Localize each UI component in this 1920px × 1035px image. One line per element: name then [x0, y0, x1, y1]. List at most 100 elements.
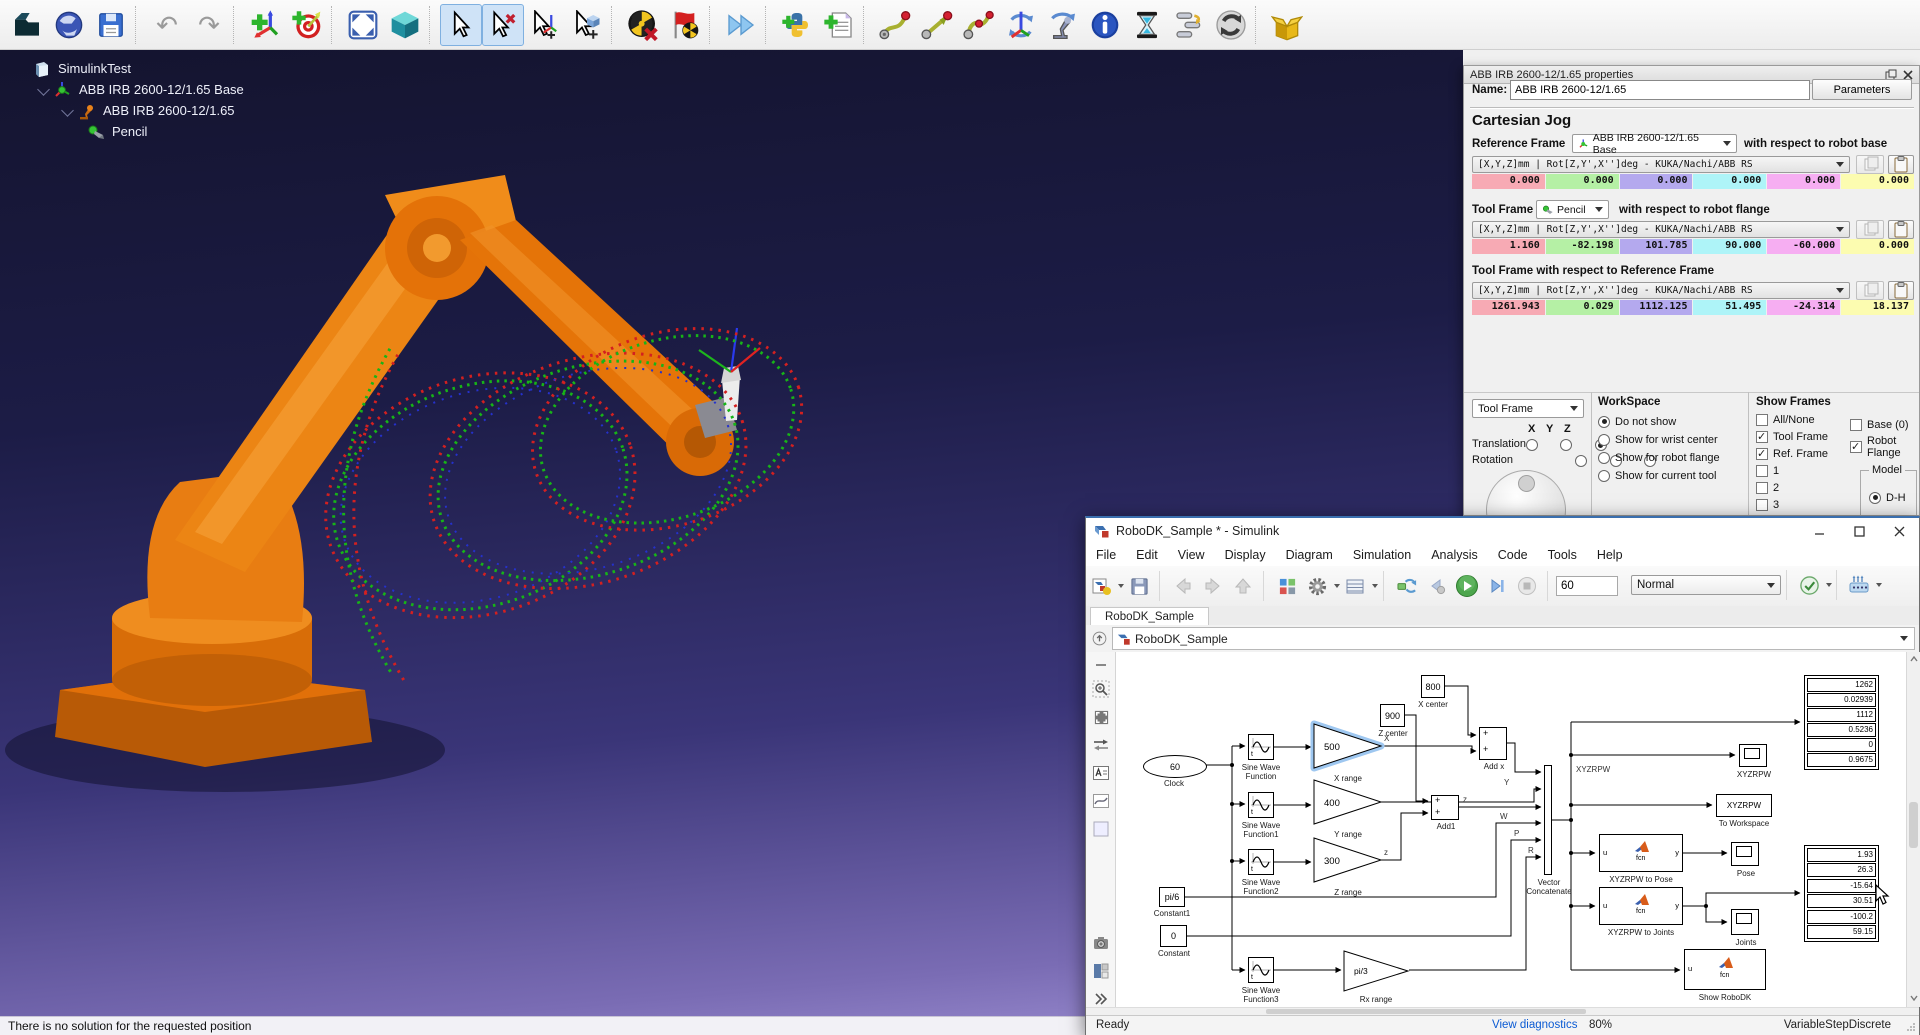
menu-diagram[interactable]: Diagram	[1276, 548, 1343, 562]
paste-pose-button[interactable]	[1888, 220, 1914, 239]
block-gain-rx-range[interactable]: pi/3	[1340, 948, 1412, 994]
scrollbar-thumb[interactable]	[1909, 802, 1918, 848]
fit-all-button[interactable]	[342, 4, 384, 46]
add-program-button[interactable]	[818, 4, 860, 46]
pose-rx-value[interactable]: 18.137	[1841, 300, 1914, 315]
tree-item-base-frame[interactable]: ABB IRB 2600-12/1.65 Base	[25, 79, 244, 100]
block-gain-y-range[interactable]: 400	[1310, 776, 1388, 830]
translation-x-radio[interactable]	[1526, 439, 1538, 451]
pose-y-value[interactable]: 0.029	[1546, 300, 1619, 315]
set-reference-rotation-button[interactable]	[1000, 4, 1042, 46]
hide-browser-button[interactable]	[1090, 654, 1112, 676]
tool-frame-select[interactable]: Pencil	[1536, 200, 1609, 219]
tree-item-robot[interactable]: ABB IRB 2600-12/1.65	[25, 100, 244, 121]
diagram-canvas[interactable]: 60 Clock t Sine Wave Function t Sine Wav…	[1116, 652, 1906, 1007]
step-back-button[interactable]	[1423, 572, 1451, 600]
menu-tools[interactable]: Tools	[1538, 548, 1587, 562]
pose-y-value[interactable]: 0.000	[1546, 174, 1619, 189]
copy-pose-button[interactable]	[1856, 155, 1884, 174]
simulation-mode-select[interactable]: Normal	[1631, 575, 1781, 595]
scroll-down-icon[interactable]	[1910, 995, 1918, 1001]
forward-button[interactable]	[1199, 572, 1227, 600]
move-object-button[interactable]	[566, 4, 608, 46]
pose-z-value[interactable]: 101.785	[1620, 239, 1693, 254]
parameters-button[interactable]: Parameters	[1812, 79, 1912, 100]
show-frames-toolframe[interactable]: Tool Frame	[1756, 428, 1828, 445]
jog-dial-knob[interactable]	[1518, 475, 1535, 492]
move-circular-instruction-button[interactable]	[958, 4, 1000, 46]
annotation-tool[interactable]	[1090, 762, 1112, 784]
block-scope-xyzrpw[interactable]	[1739, 744, 1767, 767]
block-to-workspace[interactable]: XYZRPW	[1716, 794, 1772, 817]
fit-to-view-tool[interactable]	[1090, 706, 1112, 728]
program-actions-button[interactable]	[1168, 4, 1210, 46]
stop-time-input[interactable]	[1556, 576, 1618, 596]
expand-chevron-icon[interactable]	[37, 83, 50, 96]
model-data-editor-button[interactable]	[1341, 572, 1369, 600]
translation-y-radio[interactable]	[1560, 439, 1572, 451]
vertical-scrollbar[interactable]	[1906, 652, 1920, 1007]
menu-code[interactable]: Code	[1488, 548, 1538, 562]
run-button[interactable]	[1453, 572, 1481, 600]
model-settings-button[interactable]	[1303, 572, 1331, 600]
add-target-button[interactable]	[286, 4, 328, 46]
maximize-button[interactable]	[1839, 518, 1879, 544]
move-joint-instruction-button[interactable]	[874, 4, 916, 46]
tab-robodk-sample[interactable]: RoboDK_Sample	[1090, 607, 1209, 626]
navigate-up-button[interactable]	[1086, 631, 1112, 646]
show-frames-refframe[interactable]: Ref. Frame	[1756, 445, 1828, 462]
signal-routing-tool[interactable]	[1090, 734, 1112, 756]
block-fcn-xyzrpw-to-joints[interactable]: u y fcn	[1599, 887, 1683, 925]
show-frames-robotflange[interactable]: Robot Flange	[1850, 438, 1919, 455]
pose-y-value[interactable]: -82.198	[1546, 239, 1619, 254]
workspace-option-2[interactable]: Show for robot flange	[1598, 449, 1720, 466]
pose-rz-value[interactable]: 51.495	[1693, 300, 1766, 315]
update-simulation-button[interactable]	[1210, 4, 1252, 46]
jog-dial[interactable]	[1486, 470, 1566, 516]
collision-map-button[interactable]	[664, 4, 706, 46]
resize-grip-icon[interactable]	[1906, 1022, 1916, 1032]
show-frames-2[interactable]: 2	[1756, 479, 1779, 496]
zoom-select-tool[interactable]	[1090, 678, 1112, 700]
update-diagram-button[interactable]	[1795, 571, 1823, 599]
open-project-button[interactable]	[6, 4, 48, 46]
pose-format-select-3[interactable]: [X,Y,Z]mm | Rot[Z,Y',X'']deg - KUKA/Nach…	[1472, 282, 1850, 299]
area-tool[interactable]	[1090, 818, 1112, 840]
block-constant1[interactable]: pi/6	[1159, 887, 1185, 907]
minimize-button[interactable]	[1799, 518, 1839, 544]
block-sine-wave-function3[interactable]: t	[1248, 957, 1274, 983]
breadcrumb-dropdown-icon[interactable]	[1900, 636, 1908, 641]
pose-format-select-1[interactable]: [X,Y,Z]mm | Rot[Z,Y',X'']deg - KUKA/Nach…	[1472, 156, 1850, 173]
menu-simulation[interactable]: Simulation	[1343, 548, 1421, 562]
paste-pose-button[interactable]	[1888, 155, 1914, 174]
simulation-data-inspector-button[interactable]	[1393, 572, 1421, 600]
show-frames-allnone[interactable]: All/None	[1756, 411, 1815, 428]
scrollbar-thumb[interactable]	[1266, 1009, 1586, 1014]
select-none-button[interactable]	[482, 4, 524, 46]
menu-view[interactable]: View	[1168, 548, 1215, 562]
block-scope-pose[interactable]	[1731, 842, 1759, 866]
check-collisions-button[interactable]	[622, 4, 664, 46]
block-sine-wave-function1[interactable]: t	[1248, 792, 1274, 818]
show-frames-base0[interactable]: Base (0)	[1850, 416, 1909, 433]
tree-item-station[interactable]: SimulinkTest	[25, 58, 244, 79]
move-robot-button[interactable]	[1042, 4, 1084, 46]
block-const-x-center[interactable]: 800	[1421, 675, 1445, 698]
undo-button[interactable]: ↶	[146, 4, 188, 46]
menu-display[interactable]: Display	[1215, 548, 1276, 562]
model-dh-radio[interactable]: D-H	[1869, 489, 1906, 506]
name-input[interactable]	[1510, 80, 1810, 100]
pose-ry-value[interactable]: -24.314	[1767, 300, 1840, 315]
block-fcn-show-robodk[interactable]: u fcn	[1684, 949, 1766, 990]
solver-name[interactable]: VariableStepDiscrete	[1784, 1019, 1891, 1031]
jog-frame-select[interactable]: Tool Frame	[1472, 399, 1584, 418]
add-reference-frame-button[interactable]	[244, 4, 286, 46]
reference-frame-select[interactable]: ABB IRB 2600-12/1.65 Base	[1572, 134, 1737, 153]
breadcrumb[interactable]: RoboDK_Sample	[1112, 627, 1915, 650]
save-model-button[interactable]	[1125, 572, 1153, 600]
copy-pose-button[interactable]	[1856, 220, 1884, 239]
pose-x-value[interactable]: 1.160	[1472, 239, 1545, 254]
pose-rz-value[interactable]: 90.000	[1693, 239, 1766, 254]
up-button[interactable]	[1229, 572, 1257, 600]
isometric-view-button[interactable]	[384, 4, 426, 46]
